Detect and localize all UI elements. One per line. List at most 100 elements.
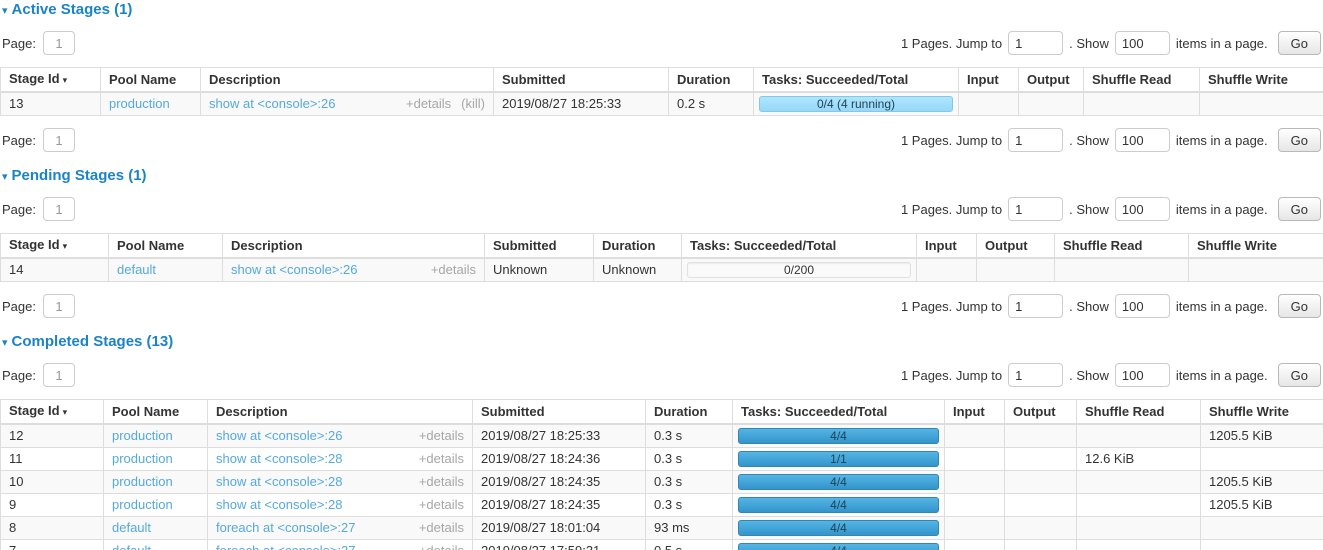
shuffle-read-cell bbox=[1084, 92, 1200, 116]
col-input[interactable]: Input bbox=[945, 400, 1005, 425]
table-row: 12 production show at <console>:26 +deta… bbox=[1, 424, 1323, 448]
go-button[interactable]: Go bbox=[1278, 363, 1321, 387]
go-button[interactable]: Go bbox=[1278, 31, 1321, 55]
col-submitted[interactable]: Submitted bbox=[473, 400, 646, 425]
show-label: . Show bbox=[1069, 133, 1109, 148]
section-title-completed-stages[interactable]: ▾Completed Stages (13) bbox=[2, 334, 1323, 351]
pool-name-link[interactable]: default bbox=[112, 543, 151, 550]
jump-to-page-input[interactable] bbox=[1008, 294, 1063, 318]
jump-to-page-input[interactable] bbox=[1008, 197, 1063, 221]
go-button[interactable]: Go bbox=[1278, 128, 1321, 152]
col-input[interactable]: Input bbox=[917, 234, 977, 259]
page-number-input[interactable] bbox=[43, 128, 75, 152]
jump-to-page-input[interactable] bbox=[1008, 363, 1063, 387]
go-button[interactable]: Go bbox=[1278, 197, 1321, 221]
pool-name-cell: production bbox=[104, 448, 208, 471]
submitted-cell: Unknown bbox=[485, 258, 594, 282]
details-toggle[interactable]: +details bbox=[419, 475, 464, 489]
stage-id-cell: 14 bbox=[1, 258, 109, 282]
section-title-active-stages[interactable]: ▾Active Stages (1) bbox=[2, 2, 1323, 19]
go-button[interactable]: Go bbox=[1278, 294, 1321, 318]
col-pool-name[interactable]: Pool Name bbox=[109, 234, 223, 259]
pool-name-cell: production bbox=[104, 424, 208, 448]
col-tasks[interactable]: Tasks: Succeeded/Total bbox=[682, 234, 917, 259]
pool-name-link[interactable]: production bbox=[112, 474, 173, 489]
page-number-input[interactable] bbox=[43, 363, 75, 387]
col-input[interactable]: Input bbox=[959, 68, 1019, 93]
col-submitted[interactable]: Submitted bbox=[485, 234, 594, 259]
details-toggle[interactable]: +details bbox=[419, 452, 464, 466]
description-link[interactable]: show at <console>:28 bbox=[216, 452, 409, 466]
col-tasks[interactable]: Tasks: Succeeded/Total bbox=[754, 68, 959, 93]
description-link[interactable]: show at <console>:28 bbox=[216, 498, 409, 512]
col-shuffle-write[interactable]: Shuffle Write bbox=[1201, 400, 1323, 425]
col-stage-id[interactable]: Stage Id▾ bbox=[1, 400, 104, 425]
col-shuffle-write[interactable]: Shuffle Write bbox=[1200, 68, 1323, 93]
page-number-input[interactable] bbox=[43, 294, 75, 318]
col-duration[interactable]: Duration bbox=[646, 400, 733, 425]
pending-stages-table: Stage Id▾ Pool Name Description Submitte… bbox=[0, 233, 1323, 282]
col-tasks[interactable]: Tasks: Succeeded/Total bbox=[733, 400, 945, 425]
input-cell bbox=[959, 92, 1019, 116]
col-output[interactable]: Output bbox=[1019, 68, 1084, 93]
show-items-input[interactable] bbox=[1115, 197, 1170, 221]
description-link[interactable]: foreach at <console>:27 bbox=[216, 521, 409, 535]
show-items-input[interactable] bbox=[1115, 31, 1170, 55]
stage-id-cell: 13 bbox=[1, 92, 101, 116]
description-link[interactable]: show at <console>:26 bbox=[231, 263, 421, 277]
section-title-pending-stages[interactable]: ▾Pending Stages (1) bbox=[2, 168, 1323, 185]
col-output[interactable]: Output bbox=[977, 234, 1055, 259]
total-pages-text: 1 Pages. Jump to bbox=[901, 299, 1002, 314]
col-output[interactable]: Output bbox=[1005, 400, 1077, 425]
col-shuffle-read[interactable]: Shuffle Read bbox=[1077, 400, 1201, 425]
show-items-input[interactable] bbox=[1115, 363, 1170, 387]
tasks-progress-bar: 4/4 bbox=[738, 497, 939, 513]
col-stage-id[interactable]: Stage Id▾ bbox=[1, 234, 109, 259]
description-link[interactable]: show at <console>:26 bbox=[209, 97, 396, 111]
col-description[interactable]: Description bbox=[201, 68, 494, 93]
details-toggle[interactable]: +details bbox=[419, 521, 464, 535]
pool-name-link[interactable]: production bbox=[112, 497, 173, 512]
show-items-input[interactable] bbox=[1115, 294, 1170, 318]
col-duration[interactable]: Duration bbox=[594, 234, 682, 259]
page-label: Page: bbox=[2, 133, 36, 148]
details-toggle[interactable]: +details bbox=[431, 263, 476, 277]
stages-page: ▾Active Stages (1) Page: 1 Pages. Jump t… bbox=[0, 0, 1323, 550]
col-description[interactable]: Description bbox=[208, 400, 473, 425]
pool-name-link[interactable]: production bbox=[109, 96, 170, 111]
col-submitted[interactable]: Submitted bbox=[494, 68, 669, 93]
tasks-progress-bar: 4/4 bbox=[738, 428, 939, 444]
shuffle-read-cell bbox=[1077, 517, 1201, 540]
col-stage-id[interactable]: Stage Id▾ bbox=[1, 68, 101, 93]
col-shuffle-read[interactable]: Shuffle Read bbox=[1055, 234, 1189, 259]
page-number-input[interactable] bbox=[43, 31, 75, 55]
details-toggle[interactable]: +details bbox=[419, 544, 464, 550]
jump-to-page-input[interactable] bbox=[1008, 128, 1063, 152]
pool-name-link[interactable]: production bbox=[112, 428, 173, 443]
details-toggle[interactable]: +details bbox=[419, 429, 464, 443]
kill-link[interactable]: (kill) bbox=[461, 97, 485, 111]
show-label: . Show bbox=[1069, 299, 1109, 314]
pool-name-link[interactable]: production bbox=[112, 451, 173, 466]
output-cell bbox=[977, 258, 1055, 282]
details-toggle[interactable]: +details bbox=[419, 498, 464, 512]
table-header-row: Stage Id▾ Pool Name Description Submitte… bbox=[1, 234, 1323, 259]
col-shuffle-write[interactable]: Shuffle Write bbox=[1189, 234, 1323, 259]
pool-name-link[interactable]: default bbox=[112, 520, 151, 535]
col-pool-name[interactable]: Pool Name bbox=[104, 400, 208, 425]
page-number-input[interactable] bbox=[43, 197, 75, 221]
description-link[interactable]: show at <console>:26 bbox=[216, 429, 409, 443]
description-link[interactable]: foreach at <console>:27 bbox=[216, 544, 409, 550]
stage-id-cell: 7 bbox=[1, 540, 104, 550]
description-cell: show at <console>:28 +details bbox=[208, 448, 473, 471]
col-description[interactable]: Description bbox=[223, 234, 485, 259]
col-shuffle-read[interactable]: Shuffle Read bbox=[1084, 68, 1200, 93]
input-cell bbox=[945, 494, 1005, 517]
pool-name-link[interactable]: default bbox=[117, 262, 156, 277]
description-link[interactable]: show at <console>:28 bbox=[216, 475, 409, 489]
show-items-input[interactable] bbox=[1115, 128, 1170, 152]
jump-to-page-input[interactable] bbox=[1008, 31, 1063, 55]
col-pool-name[interactable]: Pool Name bbox=[101, 68, 201, 93]
details-toggle[interactable]: +details bbox=[406, 97, 451, 111]
col-duration[interactable]: Duration bbox=[669, 68, 754, 93]
